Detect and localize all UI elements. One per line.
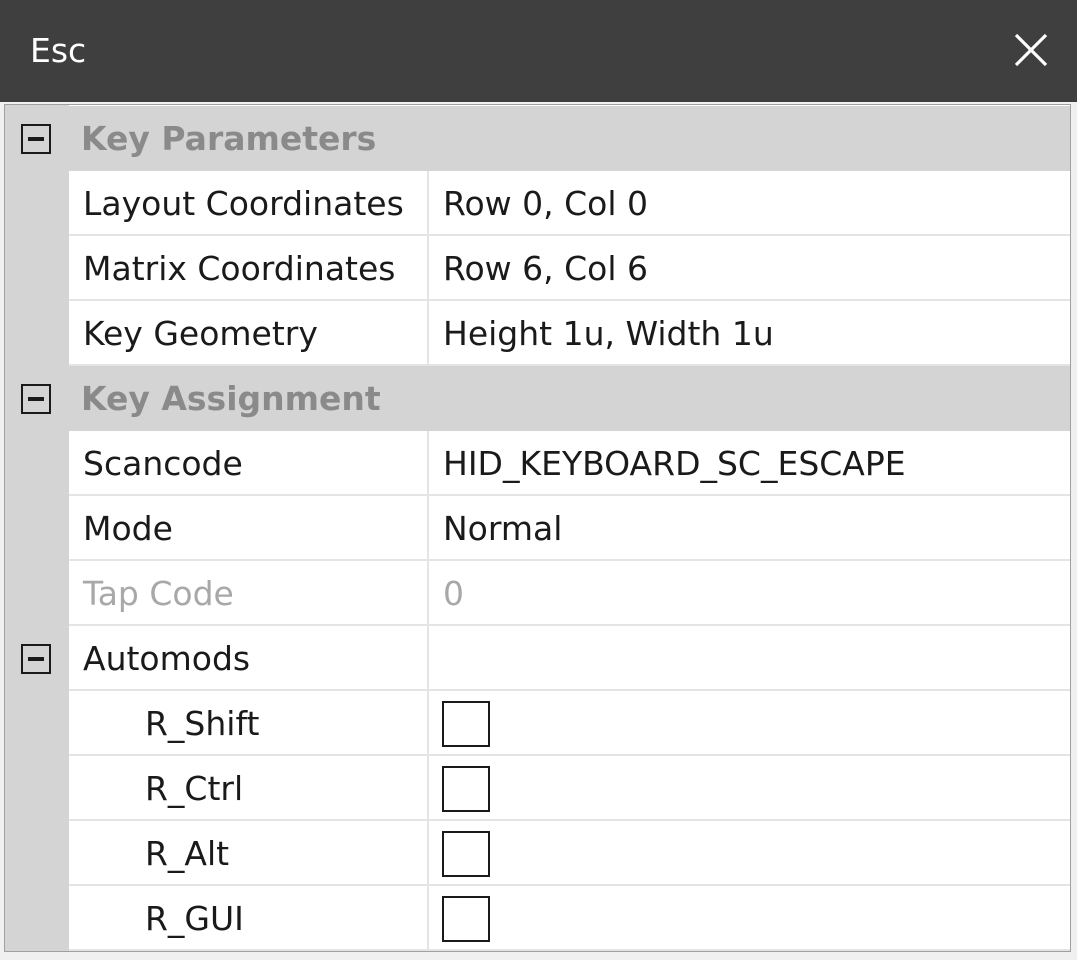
property-name: Automods — [83, 639, 251, 678]
r-shift-checkbox[interactable] — [442, 701, 490, 747]
property-name: R_GUI — [145, 899, 244, 938]
property-value[interactable]: Normal — [443, 496, 562, 561]
property-value: Height 1u, Width 1u — [443, 314, 774, 353]
close-button[interactable] — [999, 18, 1063, 82]
property-name: Mode — [83, 509, 173, 548]
collapse-key-parameters-icon[interactable] — [21, 124, 51, 154]
property-row-r-shift[interactable]: R_Shift — [5, 691, 1070, 756]
property-name: Scancode — [83, 444, 243, 483]
property-row-automods[interactable]: Automods — [5, 626, 1070, 691]
property-row-key-geometry[interactable]: Key Geometry Height 1u, Width 1u — [5, 301, 1070, 366]
r-alt-checkbox[interactable] — [442, 831, 490, 877]
r-ctrl-checkbox[interactable] — [442, 766, 490, 812]
title-bar: Esc — [0, 0, 1077, 102]
property-name: R_Alt — [145, 834, 230, 873]
property-name: Layout Coordinates — [83, 184, 404, 223]
property-value: Row 0, Col 0 — [443, 184, 648, 223]
category-label: Key Assignment — [81, 379, 381, 418]
property-value: 0 — [443, 574, 464, 613]
property-row-layout-coordinates[interactable]: Layout Coordinates Row 0, Col 0 — [5, 171, 1070, 236]
property-row-r-ctrl[interactable]: R_Ctrl — [5, 756, 1070, 821]
collapse-automods-icon[interactable] — [21, 644, 51, 674]
window-title: Esc — [30, 31, 87, 70]
collapse-key-assignment-icon[interactable] — [21, 384, 51, 414]
property-row-mode[interactable]: Mode Normal — [5, 496, 1070, 561]
category-key-assignment[interactable]: Key Assignment — [5, 366, 1070, 431]
category-label: Key Parameters — [81, 119, 377, 158]
property-value: Row 6, Col 6 — [443, 249, 648, 288]
property-value[interactable]: HID_KEYBOARD_SC_ESCAPE — [443, 431, 906, 496]
property-row-matrix-coordinates[interactable]: Matrix Coordinates Row 6, Col 6 — [5, 236, 1070, 301]
property-name: R_Shift — [145, 704, 260, 743]
key-properties-window: Esc Key Parameters Layout Coordinates Ro… — [0, 0, 1077, 960]
close-icon — [1014, 33, 1048, 67]
property-name: R_Ctrl — [145, 769, 244, 808]
property-grid: Key Parameters Layout Coordinates Row 0,… — [4, 104, 1071, 952]
property-name: Matrix Coordinates — [83, 249, 396, 288]
property-row-r-gui[interactable]: R_GUI — [5, 886, 1070, 951]
r-gui-checkbox[interactable] — [442, 896, 490, 942]
property-row-tap-code: Tap Code 0 — [5, 561, 1070, 626]
category-key-parameters[interactable]: Key Parameters — [5, 106, 1070, 171]
property-name: Tap Code — [83, 574, 234, 613]
property-name: Key Geometry — [83, 314, 318, 353]
property-row-r-alt[interactable]: R_Alt — [5, 821, 1070, 886]
property-row-scancode[interactable]: Scancode HID_KEYBOARD_SC_ESCAPE — [5, 431, 1070, 496]
